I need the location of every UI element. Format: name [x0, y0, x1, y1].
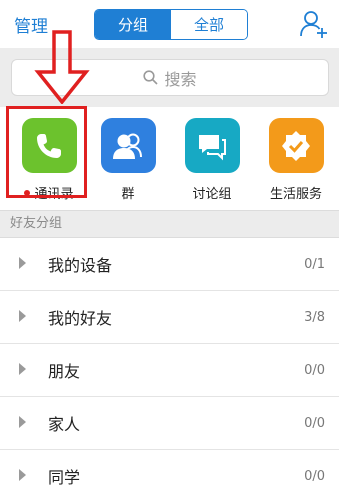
app-life-services-label: 生活服务 [269, 187, 322, 202]
highlight-box [6, 106, 87, 198]
group-name: 我的设备 [48, 256, 113, 275]
app-discussion-label: 讨论组 [192, 187, 232, 202]
expand-caret-icon [19, 257, 26, 269]
group-name: 家人 [48, 415, 81, 434]
search-placeholder: 搜索 [164, 69, 197, 89]
group-count: 3/8 [304, 309, 325, 325]
app-life-services[interactable]: 生活服务 [256, 118, 336, 206]
chat-icon [184, 118, 240, 173]
group-name: 我的好友 [48, 309, 113, 328]
group-count: 0/0 [304, 415, 325, 431]
group-name: 同学 [48, 468, 81, 487]
group-row-classmates[interactable]: 同学 0/0 [0, 450, 339, 500]
service-badge-icon [268, 118, 324, 173]
friend-groups-header: 好友分组 [0, 210, 339, 238]
group-name: 朋友 [48, 362, 81, 381]
group-row-family[interactable]: 家人 0/0 [0, 397, 339, 450]
group-row-friends[interactable]: 朋友 0/0 [0, 344, 339, 397]
app-discussion-label-wrap: 讨论组 [192, 183, 231, 202]
group-icon [100, 118, 156, 173]
segmented-control: 分组 全部 [94, 9, 248, 40]
group-list: 我的设备 0/1 我的好友 3/8 朋友 0/0 家人 0/0 同学 0/0 [0, 238, 339, 500]
app-life-services-label-wrap: 生活服务 [270, 183, 322, 202]
group-count: 0/0 [304, 362, 325, 378]
expand-caret-icon [19, 469, 26, 481]
app-groups-label-wrap: 群 [121, 183, 134, 202]
tab-grouped[interactable]: 分组 [95, 10, 171, 39]
group-row-my-friends[interactable]: 我的好友 3/8 [0, 291, 339, 344]
app-discussion[interactable]: 讨论组 [172, 118, 252, 206]
group-count: 0/1 [304, 256, 325, 272]
arrow-down-icon [34, 30, 90, 104]
expand-caret-icon [19, 416, 26, 428]
group-row-my-devices[interactable]: 我的设备 0/1 [0, 238, 339, 291]
app-groups-label: 群 [121, 187, 135, 202]
group-count: 0/0 [304, 468, 325, 484]
add-contact-icon[interactable] [300, 9, 328, 39]
app-groups[interactable]: 群 [88, 118, 168, 206]
expand-caret-icon [19, 363, 26, 375]
expand-caret-icon [19, 310, 26, 322]
tab-all[interactable]: 全部 [171, 10, 247, 39]
search-icon [143, 70, 159, 85]
